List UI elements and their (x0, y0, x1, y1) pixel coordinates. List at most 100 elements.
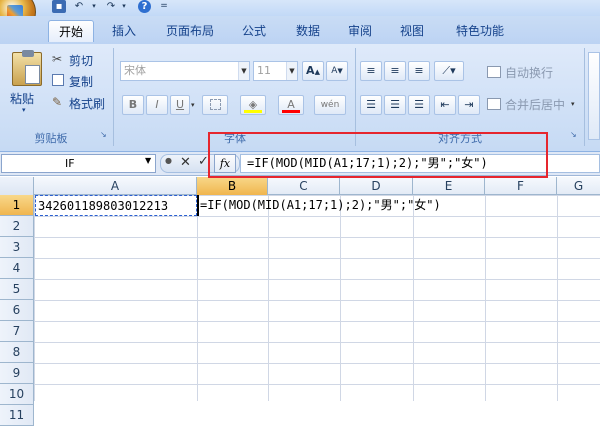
orientation-button[interactable]: ⟋▾ (434, 61, 464, 81)
gridline (557, 195, 558, 401)
orientation-icon: ⟋▾ (442, 64, 456, 77)
tab-page-layout[interactable]: 页面布局 (158, 20, 222, 42)
row-header-3[interactable]: 3 (0, 237, 34, 258)
clipboard-launcher-icon[interactable]: ↘ (100, 130, 107, 139)
underline-button[interactable]: U (170, 95, 190, 115)
column-header-b[interactable]: B (197, 177, 268, 195)
decrease-indent-button[interactable]: ⇤ (434, 95, 456, 115)
merge-dropdown-icon[interactable]: ▾ (571, 100, 575, 108)
align-right-button[interactable]: ☰ (408, 95, 430, 115)
bold-button[interactable]: B (122, 95, 144, 115)
redo-dropdown-icon[interactable]: ▾ (120, 0, 128, 13)
row-header-1[interactable]: 1 (0, 195, 34, 216)
group-separator (113, 48, 114, 146)
customize-qat-icon[interactable]: = (157, 0, 171, 13)
chevron-down-icon[interactable]: ▼ (238, 62, 249, 80)
tab-insert[interactable]: 插入 (104, 20, 144, 42)
tab-view[interactable]: 视图 (392, 20, 432, 42)
font-size-combo[interactable]: 11 ▼ (253, 61, 298, 81)
merge-center-button[interactable]: 合并后居中 (505, 96, 565, 113)
select-all-button[interactable] (0, 177, 34, 195)
row-header-2[interactable]: 2 (0, 216, 34, 237)
align-bottom-icon: ≡ (414, 64, 424, 77)
wrap-text-button[interactable]: 自动换行 (505, 64, 553, 81)
column-header-g[interactable]: G (557, 177, 600, 195)
row-header-5[interactable]: 5 (0, 279, 34, 300)
tab-special-features[interactable]: 特色功能 (448, 20, 512, 42)
borders-icon (209, 99, 221, 110)
decrease-indent-icon: ⇤ (440, 98, 450, 111)
column-header-e[interactable]: E (413, 177, 485, 195)
format-painter-icon[interactable]: ✎ (52, 95, 62, 109)
cell-grid[interactable] (34, 195, 600, 401)
font-name-combo[interactable]: 宋体 ▼ (120, 61, 250, 81)
paste-icon[interactable] (12, 50, 42, 86)
borders-button[interactable] (202, 95, 228, 115)
format-painter-button[interactable]: 格式刷 (69, 95, 105, 112)
align-middle-icon: ≡ (390, 64, 400, 77)
row-header-10[interactable]: 10 (0, 384, 34, 405)
align-left-button[interactable]: ☰ (360, 95, 382, 115)
gridline (413, 195, 414, 401)
cell-b1[interactable]: =IF(MOD(MID(A1;17;1);2);"男";"女") (198, 195, 441, 216)
underline-dropdown-icon[interactable]: ▾ (191, 101, 195, 109)
copy-icon[interactable] (52, 74, 64, 86)
grow-font-button[interactable]: A▲ (302, 61, 324, 81)
copy-button[interactable]: 复制 (69, 73, 93, 90)
align-top-icon: ≡ (366, 64, 376, 77)
row-header-8[interactable]: 8 (0, 342, 34, 363)
column-header-f[interactable]: F (485, 177, 557, 195)
paste-dropdown-icon[interactable]: ▾ (22, 106, 26, 114)
column-header-a[interactable]: A (34, 177, 197, 195)
font-color-button[interactable]: A (278, 95, 304, 115)
scissors-icon[interactable]: ✂ (52, 52, 62, 66)
undo-dropdown-icon[interactable]: ▾ (90, 0, 98, 13)
align-top-button[interactable]: ≡ (360, 61, 382, 81)
column-header-c[interactable]: C (268, 177, 340, 195)
help-icon[interactable]: ? (138, 0, 151, 13)
tab-formulas[interactable]: 公式 (234, 20, 274, 42)
name-box[interactable]: IF (1, 154, 156, 173)
merge-center-icon[interactable] (487, 98, 501, 110)
fill-color-button[interactable]: ◈ (240, 95, 266, 115)
tab-home[interactable]: 开始 (48, 20, 94, 42)
increase-indent-button[interactable]: ⇥ (458, 95, 480, 115)
chevron-down-icon[interactable]: ▼ (286, 62, 297, 80)
alignment-launcher-icon[interactable]: ↘ (570, 130, 577, 139)
gridline (340, 195, 341, 401)
name-box-dropdown-icon[interactable]: ▼ (145, 156, 151, 165)
wrap-text-icon[interactable] (487, 66, 501, 78)
cut-button[interactable]: 剪切 (69, 52, 93, 69)
increase-indent-icon: ⇥ (464, 98, 474, 111)
align-center-button[interactable]: ☰ (384, 95, 406, 115)
font-size-value: 11 (257, 64, 271, 77)
column-header-d[interactable]: D (340, 177, 413, 195)
align-bottom-button[interactable]: ≡ (408, 61, 430, 81)
gridline (268, 195, 269, 401)
align-middle-button[interactable]: ≡ (384, 61, 406, 81)
row-header-6[interactable]: 6 (0, 300, 34, 321)
font-name-value: 宋体 (124, 64, 146, 77)
handle-icon[interactable]: ● (165, 156, 172, 165)
redo-icon[interactable]: ↷ (104, 0, 118, 13)
row-header-11[interactable]: 11 (0, 405, 34, 426)
tab-review[interactable]: 审阅 (340, 20, 380, 42)
clipboard-group-label: 剪贴板 (34, 132, 68, 145)
cell-a1[interactable]: 342601189803012213 (35, 195, 197, 216)
tab-data[interactable]: 数据 (288, 20, 328, 42)
row-header-9[interactable]: 9 (0, 363, 34, 384)
row-header-4[interactable]: 4 (0, 258, 34, 279)
gridline (197, 195, 198, 401)
phonetic-button[interactable]: wén (314, 95, 346, 115)
italic-button[interactable]: I (146, 95, 168, 115)
grow-font-icon: A (306, 64, 315, 77)
undo-icon[interactable]: ↶ (72, 0, 86, 13)
cancel-icon[interactable]: ✕ (180, 155, 191, 170)
paste-label[interactable]: 粘贴 (10, 90, 46, 106)
gridline (485, 195, 486, 401)
row-header-7[interactable]: 7 (0, 321, 34, 342)
shrink-font-button[interactable]: A▼ (326, 61, 348, 81)
highlight-box (208, 132, 548, 178)
group-separator (584, 48, 585, 146)
save-icon[interactable]: ▪ (52, 0, 66, 13)
